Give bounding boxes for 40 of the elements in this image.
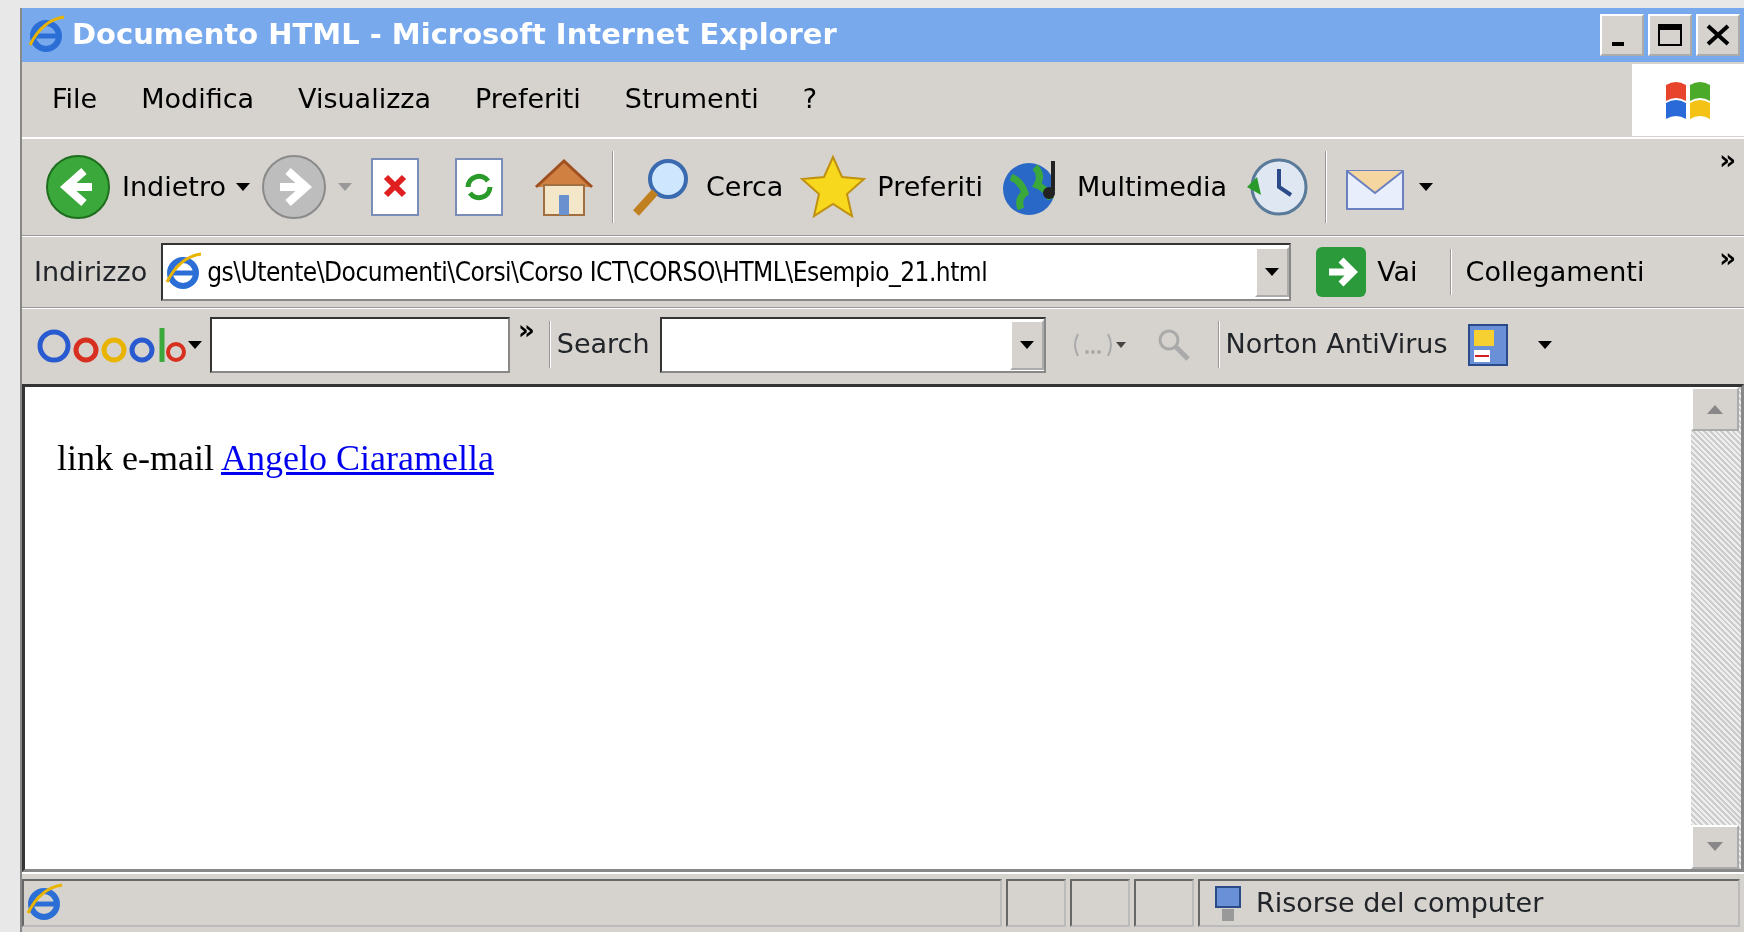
status-pane [1070, 879, 1130, 927]
links-button[interactable]: Collegamenti [1457, 251, 1653, 293]
page-icon [24, 883, 64, 923]
search-combo-field[interactable] [659, 316, 1046, 373]
scroll-down-button[interactable] [1691, 825, 1739, 869]
search-input[interactable] [210, 316, 510, 373]
menu-item[interactable]: Visualizza [276, 79, 454, 120]
chevron-button[interactable]: » [1711, 141, 1744, 180]
toolbar-button[interactable]: Multimedia [991, 153, 1236, 221]
menu-item[interactable]: Strumenti [602, 79, 781, 120]
close-icon[interactable] [1704, 22, 1732, 48]
menu-item[interactable]: File [30, 79, 120, 120]
window-title: Documento HTML - Microsoft Internet Explorer [72, 16, 837, 54]
email-link[interactable]: Angelo Ciaramella [220, 438, 494, 478]
maximize-button[interactable] [1648, 14, 1692, 56]
page-icon [163, 252, 204, 292]
minimize-button[interactable] [1600, 14, 1644, 56]
toolbar-button[interactable]: Cerca [619, 153, 792, 221]
scroll-up-button[interactable] [1691, 387, 1739, 431]
toolbar-button[interactable]: Preferiti [791, 153, 992, 221]
go-button[interactable]: Vai [1307, 246, 1426, 298]
status-pane [1134, 879, 1194, 927]
maximize-icon[interactable] [1656, 22, 1684, 48]
dropdown-button[interactable] [1009, 319, 1044, 370]
status-pane [1006, 879, 1066, 927]
paragraph: link e-mail Angelo Ciaramella [57, 437, 495, 480]
zone-label: Risorse del computer [1256, 885, 1544, 920]
chevron-button[interactable]: » [510, 311, 543, 350]
close-button[interactable] [1696, 14, 1740, 56]
address-field[interactable]: gs\Utente\Documenti\Corsi\Corso ICT\CORSO\HTML\Esempio_21.html [161, 243, 1292, 301]
menu-item[interactable]: Modifica [119, 79, 277, 120]
menu-item[interactable]: ? [780, 79, 840, 120]
chevron-button[interactable]: » [1711, 239, 1744, 278]
toolbar-button[interactable]: Indietro [36, 153, 234, 221]
antivirus-label[interactable]: Norton AntiVirus [1225, 324, 1448, 365]
menu-item[interactable]: Preferiti [453, 79, 603, 120]
search-label: Search [556, 327, 650, 362]
dropdown-button[interactable] [1255, 247, 1290, 297]
address-label: Indirizzo [34, 254, 148, 289]
browser-icon [26, 15, 66, 55]
